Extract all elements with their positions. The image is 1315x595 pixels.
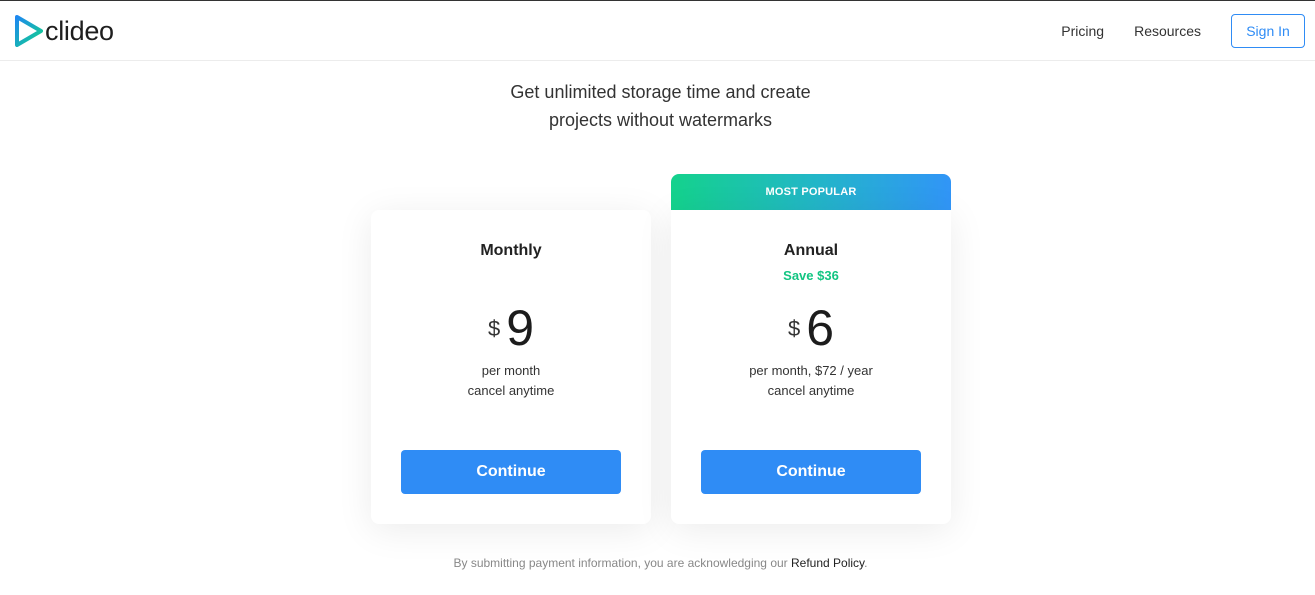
- price-amount: 9: [506, 300, 535, 356]
- plan-description: per month, $72 / year cancel anytime: [671, 361, 951, 401]
- plan-name: Annual: [783, 242, 839, 259]
- headline-line-1: Get unlimited storage time and create: [510, 82, 811, 102]
- payment-disclaimer: By submitting payment information, you a…: [0, 556, 1315, 570]
- plan-desc-line-2: cancel anytime: [467, 383, 555, 398]
- top-header: clideo Pricing Resources Sign In: [0, 0, 1315, 61]
- plan-name: Monthly: [480, 242, 542, 259]
- top-nav: Pricing Resources Sign In: [1061, 14, 1305, 48]
- price-currency: $: [787, 316, 801, 341]
- refund-policy-link[interactable]: Refund Policy: [791, 556, 864, 570]
- most-popular-badge: MOST POPULAR: [671, 174, 951, 210]
- plan-price: $ 9: [371, 298, 651, 358]
- price-amount: 6: [806, 300, 835, 356]
- monthly-continue-button[interactable]: Continue: [401, 450, 621, 494]
- monthly-plan-card: Monthly $ 9 per month cancel anytime Con…: [371, 210, 651, 524]
- plan-desc-line-2: cancel anytime: [767, 383, 855, 398]
- plan-price: $ 6: [671, 298, 951, 358]
- clideo-logo[interactable]: clideo: [15, 15, 114, 47]
- save-label: Save $36: [783, 268, 839, 283]
- plan-desc-line-1: per month: [481, 363, 541, 378]
- annual-continue-button[interactable]: Continue: [701, 450, 921, 494]
- sign-in-button[interactable]: Sign In: [1231, 14, 1305, 48]
- nav-pricing-link[interactable]: Pricing: [1061, 23, 1104, 39]
- plan-description: per month cancel anytime: [371, 361, 651, 401]
- annual-plan-card: Annual Save $36 $ 6 per month, $72 / yea…: [671, 210, 951, 524]
- headline-line-2: projects without watermarks: [548, 110, 773, 130]
- pricing-headline: Get unlimited storage time and create pr…: [0, 78, 1315, 134]
- price-currency: $: [487, 316, 501, 341]
- disclaimer-period: .: [864, 556, 868, 570]
- logo-text: clideo: [45, 15, 114, 46]
- nav-resources-link[interactable]: Resources: [1134, 23, 1201, 39]
- plan-desc-line-1: per month, $72 / year: [749, 363, 873, 378]
- play-triangle-logo-icon: [15, 15, 43, 47]
- disclaimer-text: By submitting payment information, you a…: [453, 556, 791, 570]
